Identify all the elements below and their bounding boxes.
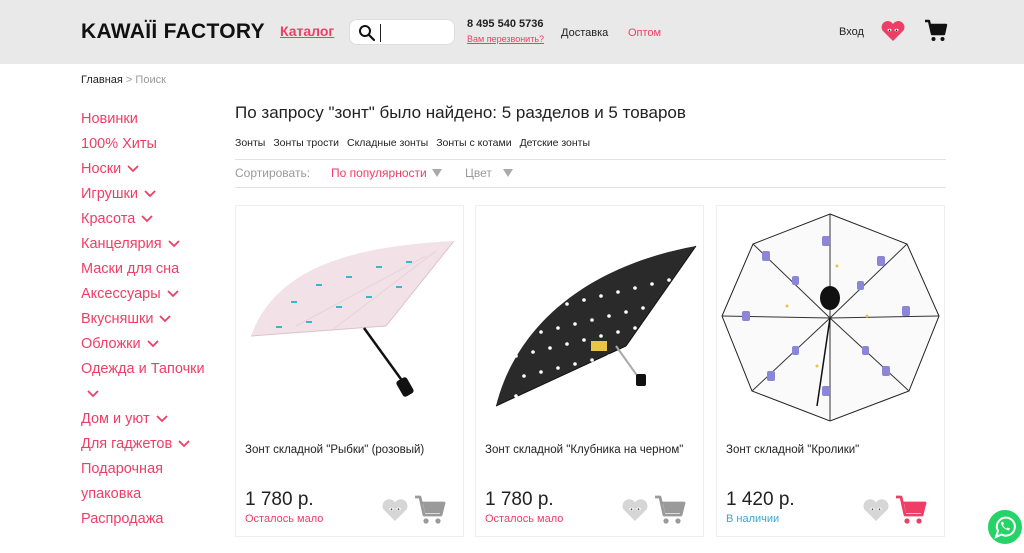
sidebar-item-label: Красота (81, 211, 136, 227)
sort-dropdown[interactable]: По популярности (331, 166, 427, 180)
search-input[interactable] (380, 24, 450, 42)
chevron-down-icon[interactable] (146, 340, 159, 348)
nav-wholesale[interactable]: Оптом (628, 27, 661, 39)
sidebar-item[interactable]: Обложки (81, 332, 221, 357)
favorites-heart-icon[interactable] (880, 20, 906, 42)
sidebar-item[interactable]: 100% Хиты (81, 132, 221, 157)
sidebar-item-label: Аксессуары (81, 286, 161, 302)
sidebar-item[interactable]: Аксессуары (81, 282, 221, 307)
subcategory-links: Зонты Зонты трости Складные зонты Зонты с к… (235, 137, 598, 149)
chevron-down-icon[interactable] (144, 190, 156, 198)
divider (235, 187, 946, 188)
product-card[interactable]: Зонт складной "Клубника на черном" 1 780… (475, 205, 704, 537)
sidebar-item-label: Вкусняшки (81, 311, 154, 327)
chevron-down-icon[interactable] (127, 165, 139, 173)
dropdown-arrow-icon[interactable] (503, 169, 513, 177)
site-header: KAWAÏİ FACTORY Каталог 8 495 540 5736 Ва… (0, 0, 1024, 64)
dropdown-arrow-icon[interactable] (432, 169, 442, 177)
sidebar-item[interactable]: Красота (81, 207, 221, 232)
chevron-down-icon[interactable] (155, 415, 168, 423)
chevron-down-icon[interactable] (141, 215, 153, 223)
search-results-title: По запросу "зонт" было найдено: 5 раздел… (235, 103, 686, 122)
breadcrumb-current: Поиск (135, 74, 166, 86)
subcategory-link[interactable]: Детские зонты (520, 137, 590, 149)
product-price: 1 780 р. (245, 489, 314, 510)
product-name[interactable]: Зонт складной "Клубника на черном" (485, 442, 695, 458)
add-to-cart-icon[interactable] (414, 495, 446, 525)
stock-status: В наличии (726, 513, 780, 525)
subcategory-link[interactable]: Зонты с котами (436, 137, 511, 149)
breadcrumb: Главная > Поиск (81, 74, 166, 86)
sidebar-item[interactable]: Дом и уют (81, 407, 221, 432)
chevron-down-icon[interactable] (178, 440, 190, 448)
product-image[interactable] (476, 206, 703, 431)
sidebar-item-label: Канцелярия (81, 236, 162, 252)
sidebar-item[interactable]: Для гаджетов (81, 432, 221, 457)
search-box[interactable] (349, 19, 455, 45)
subcategory-link[interactable]: Зонты (235, 137, 265, 149)
product-name[interactable]: Зонт складной "Рыбки" (розовый) (245, 442, 455, 458)
sidebar-item[interactable]: Маски для сна (81, 257, 221, 282)
sidebar-item-label: Игрушки (81, 186, 138, 202)
sidebar-item[interactable]: Подарочная упаковка (81, 457, 221, 507)
sidebar-item[interactable]: Носки (81, 157, 221, 182)
product-image[interactable] (717, 206, 944, 431)
sidebar-item[interactable]: Одежда и Тапочки (81, 357, 221, 407)
favorite-heart-icon[interactable] (862, 498, 890, 522)
add-to-cart-icon[interactable] (895, 495, 927, 525)
catalog-link[interactable]: Каталог (280, 23, 334, 39)
sidebar-item[interactable]: Вкусняшки (81, 307, 221, 332)
sidebar-item-label: 100% Хиты (81, 136, 157, 152)
sidebar-item[interactable]: Игрушки (81, 182, 221, 207)
product-price: 1 780 р. (485, 489, 554, 510)
favorite-heart-icon[interactable] (381, 498, 409, 522)
sidebar-item[interactable]: Канцелярия (81, 232, 221, 257)
stock-status: Осталось мало (485, 513, 564, 525)
sidebar-item-label: Одежда и Тапочки (81, 361, 205, 377)
chevron-down-icon[interactable] (167, 240, 180, 248)
sidebar-item-label: Для гаджетов (81, 436, 173, 452)
subcategory-link[interactable]: Складные зонты (347, 137, 428, 149)
sidebar-item-label: Подарочная упаковка (81, 461, 163, 502)
sidebar-item-label: Обложки (81, 336, 141, 352)
sidebar-item-label: Носки (81, 161, 122, 177)
breadcrumb-separator: > (122, 74, 136, 86)
cart-icon[interactable] (924, 19, 948, 43)
site-logo[interactable]: KAWAÏİ FACTORY (81, 20, 265, 44)
sidebar-item-label: Маски для сна (81, 261, 180, 277)
sort-label: Сортировать: (235, 166, 311, 180)
sidebar-item-label: Распродажа (81, 511, 164, 527)
stock-status: Осталось мало (245, 513, 324, 525)
product-card[interactable]: Зонт складной "Рыбки" (розовый) 1 780 р.… (235, 205, 464, 537)
chevron-down-icon[interactable] (87, 390, 99, 398)
product-image[interactable] (236, 206, 463, 431)
add-to-cart-icon[interactable] (654, 495, 686, 525)
chevron-down-icon[interactable] (159, 315, 172, 323)
product-card[interactable]: Зонт складной "Кролики" 1 420 р. В налич… (716, 205, 945, 537)
breadcrumb-home[interactable]: Главная (81, 74, 123, 86)
sidebar-item[interactable]: Распродажа (81, 507, 221, 532)
nav-delivery[interactable]: Доставка (561, 27, 608, 39)
category-sidebar: Новинки 100% Хиты Носки Игрушки Красота Канце… (81, 107, 221, 532)
subcategory-link[interactable]: Зонты трости (273, 137, 339, 149)
callback-link[interactable]: Вам перезвонить? (467, 34, 544, 44)
chevron-down-icon[interactable] (167, 290, 179, 298)
color-filter-dropdown[interactable]: Цвет (465, 166, 492, 180)
search-icon[interactable] (358, 24, 376, 42)
sidebar-item[interactable]: Новинки (81, 107, 221, 132)
phone-number[interactable]: 8 495 540 5736 (467, 18, 543, 30)
favorite-heart-icon[interactable] (621, 498, 649, 522)
whatsapp-icon[interactable] (985, 507, 1024, 547)
product-price: 1 420 р. (726, 489, 795, 510)
sidebar-item-label: Дом и уют (81, 411, 150, 427)
divider (235, 159, 946, 160)
login-link[interactable]: Вход (839, 26, 864, 38)
product-name[interactable]: Зонт складной "Кролики" (726, 442, 936, 458)
sidebar-item-label: Новинки (81, 111, 138, 127)
